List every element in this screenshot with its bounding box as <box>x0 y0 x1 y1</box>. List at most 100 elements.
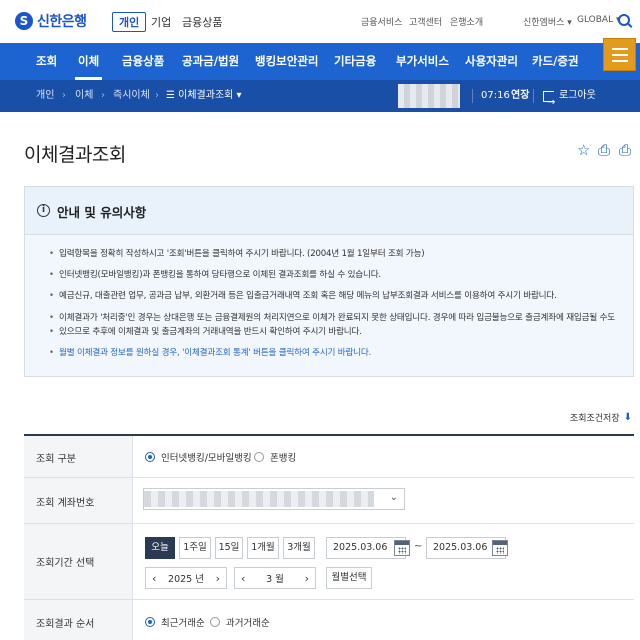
divider <box>472 89 473 103</box>
util-link-finance[interactable]: 금융서비스 <box>361 15 402 28</box>
star-icon[interactable]: ☆ <box>577 141 590 159</box>
logo[interactable]: S 신한은행 <box>15 11 87 31</box>
info-icon: i <box>37 204 50 217</box>
form-row-period: 조회기간 선택 오늘 1주일 15일 1개월 3개월 2025.03.06 ~ … <box>24 524 634 600</box>
save-page-icon[interactable]: ⎙ <box>598 141 610 159</box>
notice-title: 안내 및 유의사항 <box>57 205 147 220</box>
radio-internet-banking[interactable]: 인터넷뱅킹/모바일뱅킹 <box>145 450 252 464</box>
breadcrumb-item-instant[interactable]: 즉시이체 <box>113 80 150 112</box>
main-nav: 조회 이체 금융상품 공과금/법원 뱅킹보안관리 기타금융 부가서비스 사용자관… <box>0 43 640 80</box>
shinhan-logo-icon: S <box>15 12 33 30</box>
notice-box: i 안내 및 유의사항 입력항목을 정확히 작성하시고 '조회'버튼을 클릭하여… <box>24 186 634 377</box>
calendar-icon[interactable] <box>492 540 508 556</box>
global-menu[interactable]: GLOBAL ▾ <box>577 15 621 25</box>
nav-item-user-management[interactable]: 사용자관리 <box>465 43 518 80</box>
masked-account-number <box>144 491 374 507</box>
logout-icon <box>543 87 555 119</box>
radio-dot <box>210 617 220 627</box>
notice-item: 인터넷뱅킹(모바일뱅킹)과 폰뱅킹을 통하여 당타행으로 이체된 결과조회를 하… <box>49 268 629 282</box>
extend-session-button[interactable]: 연장 <box>511 80 529 112</box>
menu-icon[interactable] <box>603 38 636 71</box>
segment-personal[interactable]: 개인 <box>112 12 147 32</box>
radio-label: 인터넷뱅킹/모바일뱅킹 <box>161 453 252 464</box>
row-label-text: 조회 구분 <box>36 454 76 465</box>
date-range-separator: ~ <box>414 541 423 552</box>
year-stepper[interactable]: ‹ 2025 년 › <box>145 567 227 589</box>
util-link-about[interactable]: 은행소개 <box>450 15 483 28</box>
nav-item-utilities[interactable]: 공과금/법원 <box>182 43 239 80</box>
chevron-down-icon: ⌄ <box>389 492 398 503</box>
form-row-order: 조회결과 순서 최근거래순 과거거래순 <box>24 600 634 640</box>
logout-button[interactable]: 로그아웃 <box>543 80 596 119</box>
row-label: 조회 계좌번호 <box>24 478 133 523</box>
radio-oldest-first[interactable]: 과거거래순 <box>210 615 270 629</box>
nav-item-card-securities[interactable]: 카드/증권 <box>532 43 579 80</box>
breadcrumb-current[interactable]: ☰ 이체결과조회 ▾ <box>166 80 242 112</box>
month-stepper[interactable]: ‹ 3 월 › <box>234 567 316 589</box>
row-label-text: 조회결과 순서 <box>36 619 95 630</box>
global-menu-label: GLOBAL <box>577 15 614 25</box>
radio-recent-first[interactable]: 최근거래순 <box>145 615 205 629</box>
divider <box>533 89 534 103</box>
chevron-right-icon: › <box>155 90 159 101</box>
period-1month-button[interactable]: 1개월 <box>247 537 279 559</box>
segment-products[interactable]: 금융상품 <box>182 12 222 32</box>
family-menu-label: 신한엠버스 <box>523 18 565 28</box>
session-timer: 07:16 <box>481 90 510 101</box>
print-icon[interactable]: ⎙ <box>619 141 631 159</box>
radio-label: 과거거래순 <box>226 618 270 629</box>
logout-label: 로그아웃 <box>559 90 596 101</box>
radio-dot <box>145 452 155 462</box>
period-1week-button[interactable]: 1주일 <box>179 537 211 559</box>
nav-item-other-finance[interactable]: 기타금융 <box>334 43 376 80</box>
radio-dot <box>254 452 264 462</box>
nav-item-security[interactable]: 뱅킹보안관리 <box>255 43 318 80</box>
page-title: 이체결과조회 <box>24 144 126 166</box>
row-label: 조회 구분 <box>24 436 133 477</box>
radio-phone-banking[interactable]: 폰뱅킹 <box>254 450 296 464</box>
notice-item: 입력항목을 정확히 작성하시고 '조회'버튼을 클릭하여 주시기 바랍니다. (… <box>49 247 629 261</box>
util-link-support[interactable]: 고객센터 <box>409 15 442 28</box>
breadcrumb-item-personal[interactable]: 개인 <box>36 80 54 112</box>
breadcrumb-item-transfer[interactable]: 이체 <box>75 80 93 112</box>
month-select-button[interactable]: 월별선택 <box>326 567 372 589</box>
row-label: 조회결과 순서 <box>24 600 133 640</box>
account-select[interactable]: ⌄ <box>143 488 405 510</box>
chevron-right-icon: › <box>101 90 105 101</box>
notice-header: i 안내 및 유의사항 <box>25 187 633 235</box>
chevron-right-icon[interactable]: › <box>305 572 309 585</box>
period-3month-button[interactable]: 3개월 <box>283 537 315 559</box>
segment-business[interactable]: 기업 <box>151 12 171 32</box>
save-conditions-label: 조회조건저장 <box>569 413 620 424</box>
download-icon: ⬇ <box>623 411 632 423</box>
period-today-button[interactable]: 오늘 <box>145 537 175 559</box>
breadcrumb: 개인 › 이체 › 즉시이체 › ☰ 이체결과조회 ▾ 07:16 연장 로그아… <box>0 80 640 119</box>
row-label-text: 조회 계좌번호 <box>36 498 95 509</box>
family-menu[interactable]: 신한엠버스 ▾ <box>523 15 572 28</box>
search-icon[interactable] <box>618 14 630 26</box>
calendar-icon[interactable] <box>394 540 410 556</box>
inquiry-form: 조회 구분 인터넷뱅킹/모바일뱅킹 폰뱅킹 조회 계좌번호 ⌄ 조회기간 선택 … <box>24 434 634 640</box>
radio-label: 최근거래순 <box>161 618 205 629</box>
nav-item-extra-services[interactable]: 부가서비스 <box>396 43 449 80</box>
nav-item-transfer[interactable]: 이체 <box>74 43 103 80</box>
breadcrumb-current-label: 이체결과조회 <box>178 90 234 101</box>
chevron-right-icon[interactable]: › <box>216 572 220 585</box>
nav-item-inquiry[interactable]: 조회 <box>36 43 57 80</box>
notice-item: 월별 이체결과 정보를 원하실 경우, '이체결과조회 통계' 버튼을 클릭하여… <box>49 346 629 360</box>
chevron-left-icon[interactable]: ‹ <box>241 572 245 585</box>
notice-item-continued: 있으므로 추후에 이체결과 및 출금계좌의 거래내역을 반드시 확인하여 주시기… <box>49 325 629 339</box>
form-row-account: 조회 계좌번호 ⌄ <box>24 478 634 524</box>
row-label: 조회기간 선택 <box>24 524 133 599</box>
chevron-left-icon[interactable]: ‹ <box>152 572 156 585</box>
period-15days-button[interactable]: 15일 <box>215 537 243 559</box>
save-conditions-button[interactable]: 조회조건저장 ⬇ <box>570 408 632 426</box>
masked-user-info <box>398 84 460 108</box>
nav-item-products[interactable]: 금융상품 <box>122 43 164 80</box>
notice-item-continued-text: 있으므로 추후에 이체결과 및 출금계좌의 거래내역을 반드시 확인하여 주시기… <box>59 327 362 337</box>
month-value: 3 월 <box>266 574 284 585</box>
chevron-right-icon: › <box>62 90 66 101</box>
chevron-down-icon: ▾ <box>567 18 572 28</box>
chevron-down-icon: ▾ <box>236 90 242 101</box>
logo-text: 신한은행 <box>37 14 87 30</box>
